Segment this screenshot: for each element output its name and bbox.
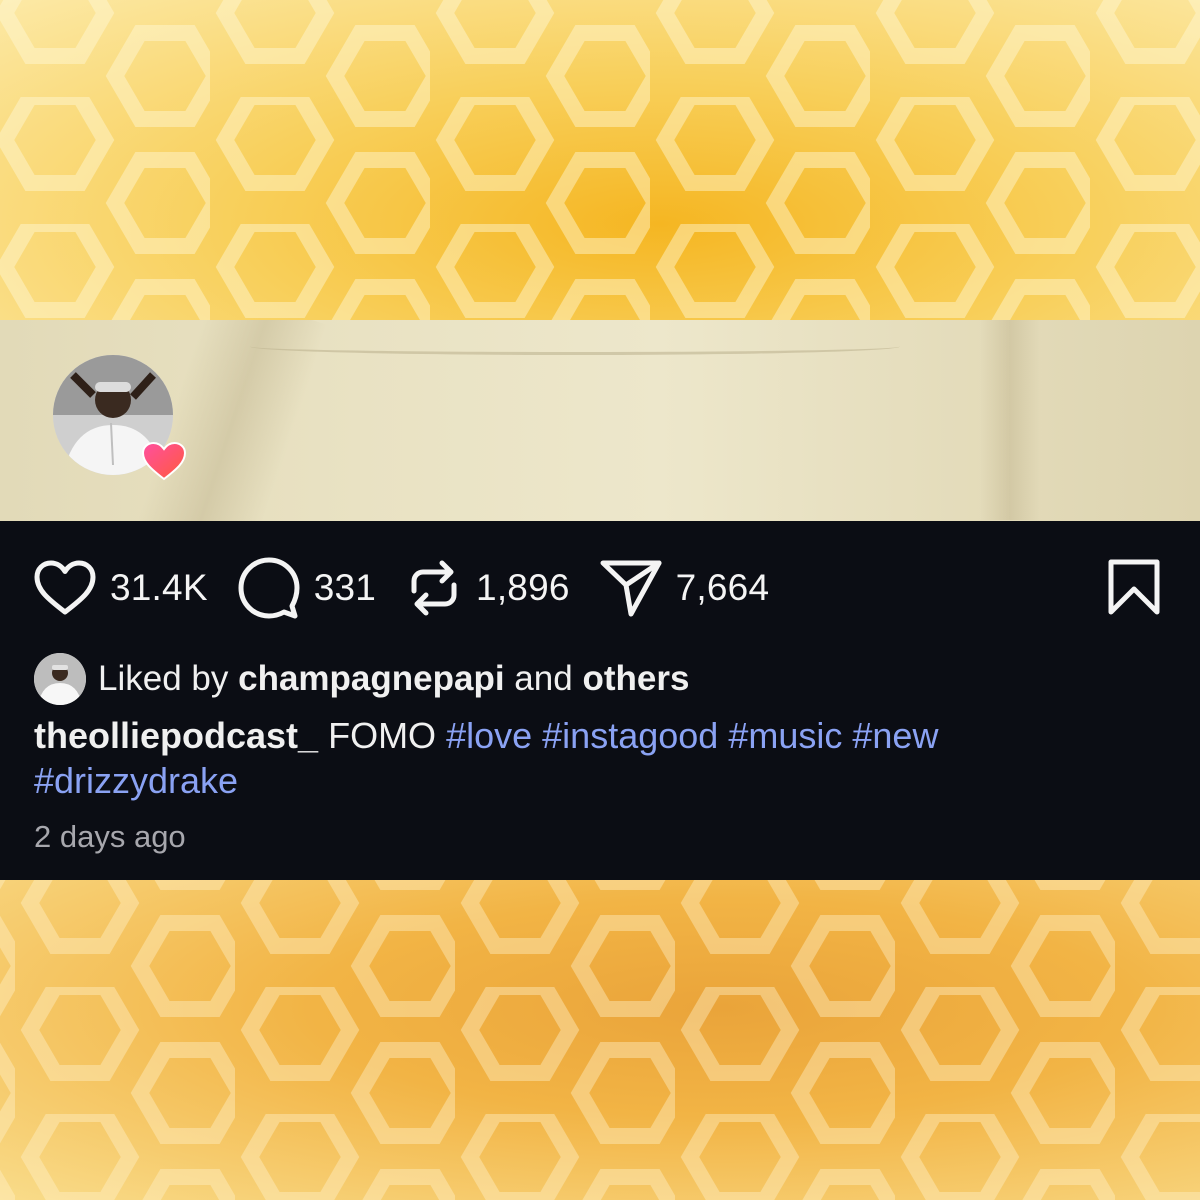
bookmark-icon[interactable] <box>1106 559 1162 615</box>
action-bar: 31.4K 331 1,896 7,664 <box>34 557 799 619</box>
liked-by-prefix: Liked by <box>98 659 229 698</box>
hashtag-link[interactable]: #love <box>446 715 532 756</box>
hashtag-link[interactable]: #new <box>852 715 938 756</box>
post-timestamp: 2 days ago <box>34 819 186 854</box>
hashtag-link[interactable]: #instagood <box>542 715 718 756</box>
honeycomb-background-top <box>0 0 1200 320</box>
comment-button[interactable]: 331 <box>238 557 376 619</box>
like-count[interactable]: 31.4K <box>110 567 208 609</box>
liked-by-username[interactable]: champagnepapi <box>238 659 504 699</box>
liked-by-and: and <box>514 659 573 698</box>
profile-avatar[interactable] <box>53 355 187 481</box>
hashtag-link[interactable]: #drizzydrake <box>34 760 238 801</box>
honeycomb-pattern <box>0 880 1200 1200</box>
share-button[interactable]: 7,664 <box>600 559 770 617</box>
comment-count[interactable]: 331 <box>314 567 376 609</box>
liked-by-avatar-photo <box>34 653 86 705</box>
share-count[interactable]: 7,664 <box>676 567 770 609</box>
caption-username[interactable]: theolliepodcast_ <box>34 715 318 756</box>
honeycomb-background-bottom <box>0 880 1200 1200</box>
honeycomb-pattern <box>0 0 1200 320</box>
paper-plane-icon <box>600 560 662 617</box>
post-photo[interactable] <box>0 320 1200 521</box>
repost-icon <box>411 560 457 616</box>
liked-by-avatar[interactable] <box>34 653 86 705</box>
liked-by-others[interactable]: others <box>582 659 689 699</box>
heart-icon <box>34 560 96 615</box>
comment-bubble-icon <box>238 557 300 619</box>
hashtag-link[interactable]: #music <box>728 715 842 756</box>
liked-by-row[interactable]: Liked by champagnepapi and others <box>34 653 689 705</box>
post-caption: theolliepodcast_ FOMO #love #instagood #… <box>34 713 1154 803</box>
fabric-seam <box>250 338 900 355</box>
caption-text: FOMO <box>328 715 437 756</box>
pink-heart-badge-icon <box>141 441 187 481</box>
repost-button[interactable]: 1,896 <box>406 557 570 619</box>
fabric-fold <box>980 320 1040 520</box>
repost-count[interactable]: 1,896 <box>476 567 570 609</box>
like-button[interactable]: 31.4K <box>34 560 208 616</box>
post-panel: 31.4K 331 1,896 7,664 Liked by champagne… <box>0 521 1200 881</box>
